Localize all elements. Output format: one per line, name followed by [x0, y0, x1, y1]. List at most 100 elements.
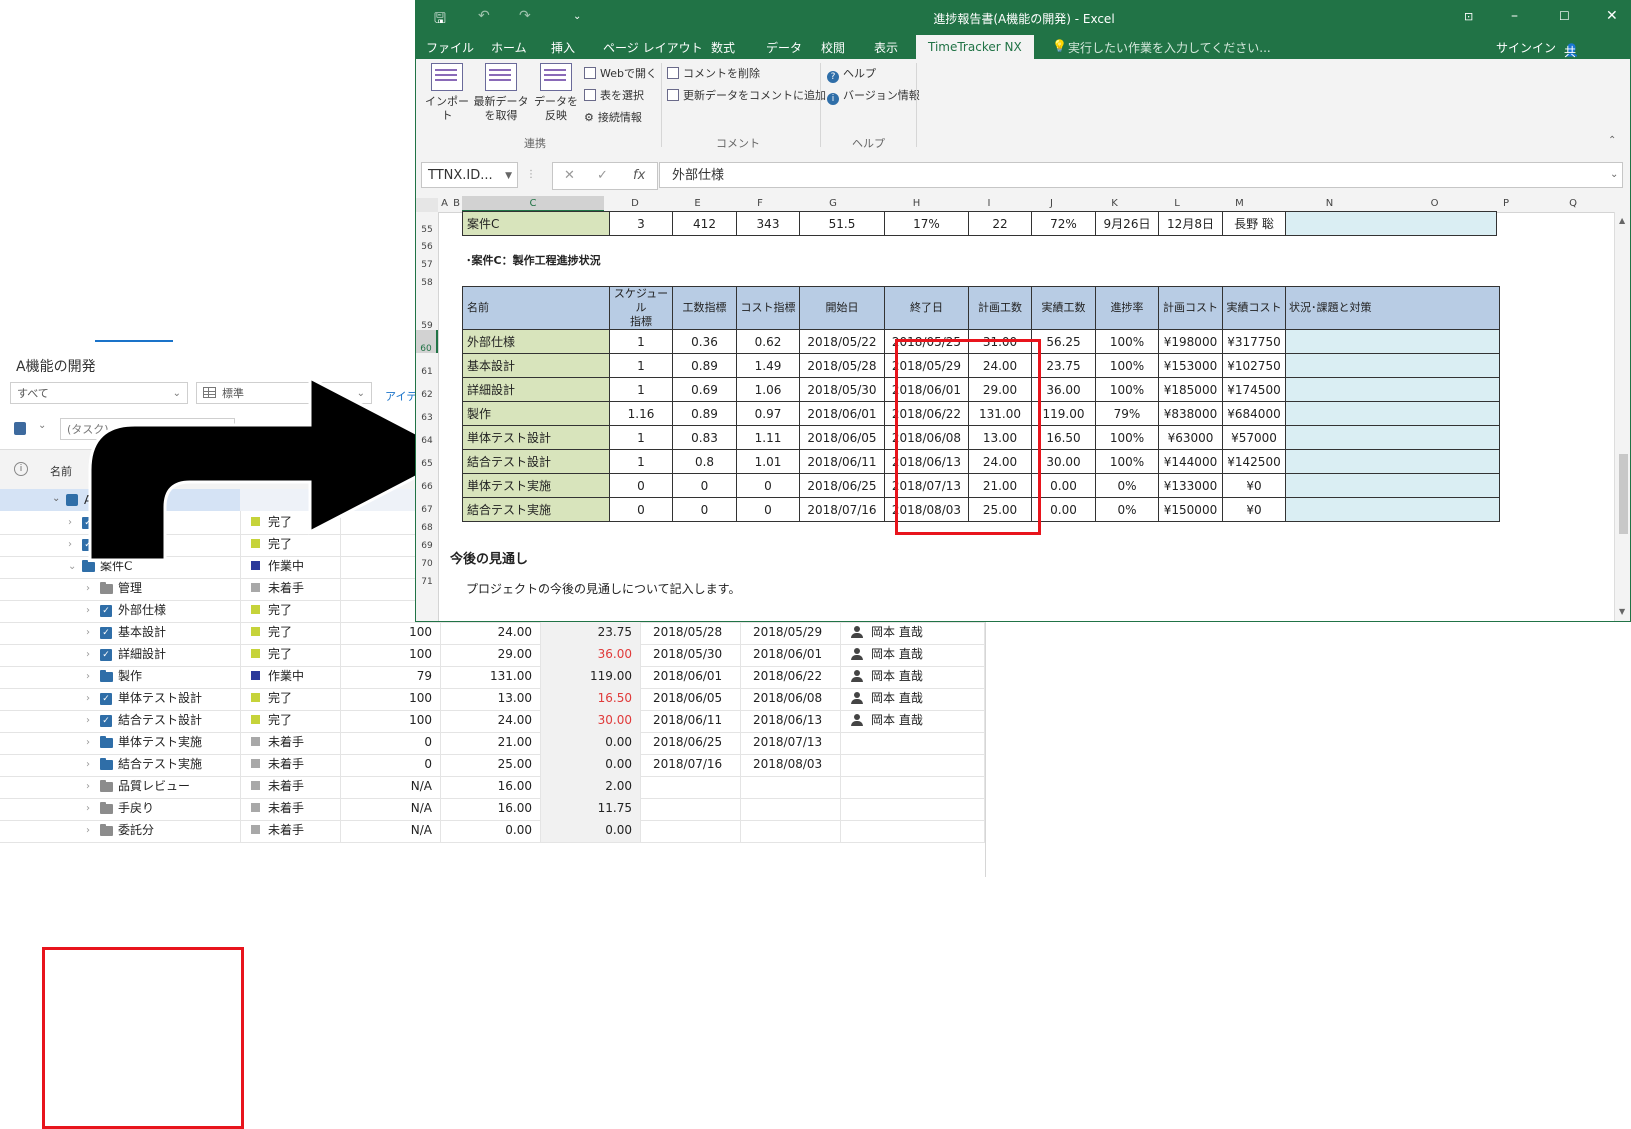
chevron-down-icon[interactable]: ▼ [505, 163, 512, 189]
summary-cell[interactable]: 17% [884, 211, 969, 236]
value-cell[interactable]: 2018/06/05 [799, 425, 885, 450]
column-header-e[interactable]: E [666, 198, 729, 209]
value-cell[interactable]: ¥317750 [1222, 329, 1286, 354]
table-header-cell[interactable]: コスト指標 [736, 286, 800, 330]
value-cell[interactable]: 0 [609, 497, 673, 522]
row-header-64[interactable]: 64 [416, 422, 438, 446]
column-header-d[interactable]: D [604, 198, 666, 209]
row-header-55[interactable]: 55 [416, 212, 438, 235]
value-cell[interactable]: ¥150000 [1158, 497, 1223, 522]
value-cell[interactable]: 1.49 [736, 353, 800, 378]
import-button[interactable]: インポート [422, 63, 472, 123]
task-name-cell[interactable]: 外部仕様 [462, 329, 610, 354]
view-dropdown[interactable]: 標準 ⌄ [196, 382, 372, 404]
table-header-cell[interactable]: スケジュール 指標 [609, 286, 673, 330]
clipboard-icon[interactable] [14, 422, 26, 435]
name-box[interactable]: TTNX.ID... ▼ [421, 162, 518, 188]
column-header-f[interactable]: F [729, 198, 791, 209]
value-cell[interactable]: 100% [1095, 425, 1159, 450]
value-cell[interactable]: ¥838000 [1158, 401, 1223, 426]
value-cell[interactable]: 23.75 [1031, 353, 1096, 378]
chevron-down-icon[interactable]: ⌄ [52, 493, 60, 504]
task-name-cell[interactable]: 単体テスト設計 [462, 425, 610, 450]
value-cell[interactable]: 79% [1095, 401, 1159, 426]
summary-cell[interactable]: 51.5 [799, 211, 885, 236]
filter-dropdown[interactable]: すべて ⌄ [10, 382, 188, 404]
value-cell[interactable]: 2018/06/01 [799, 401, 885, 426]
close-icon[interactable]: ✕ [1606, 8, 1618, 24]
row-header-68[interactable]: 68 [416, 514, 438, 533]
column-header-name[interactable]: 名前 [50, 463, 72, 479]
row-header-60[interactable]: 60 [416, 330, 438, 354]
column-header-c[interactable]: C [462, 196, 604, 212]
tab-insert[interactable]: 挿入 [551, 39, 575, 56]
chevron-right-icon[interactable]: › [86, 819, 90, 842]
summary-cell[interactable]: 案件C [462, 211, 610, 236]
task-name-cell[interactable]: 基本設計 [462, 353, 610, 378]
task-name-cell[interactable]: 単体テスト実施 [462, 473, 610, 498]
row-header-71[interactable]: 71 [416, 568, 438, 587]
chevron-right-icon[interactable]: › [68, 511, 72, 534]
comment-cell[interactable] [1285, 353, 1500, 378]
value-cell[interactable]: 1.16 [609, 401, 673, 426]
comment-cell[interactable] [1285, 449, 1500, 474]
value-cell[interactable]: ¥185000 [1158, 377, 1223, 402]
value-cell[interactable]: 0.83 [672, 425, 737, 450]
row-header-66[interactable]: 66 [416, 468, 438, 492]
table-row[interactable]: › 単体テスト実施 未着手 0 21.00 0.00 2018/06/25 2018/07/1… [0, 731, 985, 755]
enter-icon[interactable]: ✓ [597, 163, 608, 189]
table-header-cell[interactable]: 計画コスト [1158, 286, 1223, 330]
value-cell[interactable]: 0.89 [672, 401, 737, 426]
get-latest-button[interactable]: 最新データ を取得 [472, 63, 530, 123]
value-cell[interactable]: 1.01 [736, 449, 800, 474]
row-header-70[interactable]: 70 [416, 550, 438, 569]
column-header-a[interactable]: A [438, 198, 451, 209]
value-cell[interactable]: 0.89 [672, 353, 737, 378]
column-header-q[interactable]: Q [1531, 198, 1615, 209]
tab-timetracker-nx[interactable]: TimeTracker NX [916, 35, 1034, 59]
summary-cell[interactable]: 12月8日 [1158, 211, 1223, 236]
value-cell[interactable]: 2018/05/30 [799, 377, 885, 402]
value-cell[interactable]: 100% [1095, 449, 1159, 474]
tab-view[interactable]: 表示 [874, 39, 898, 56]
comment-cell[interactable] [1285, 401, 1500, 426]
table-row[interactable]: › ✓ 単体テスト設計 完了 100 13.00 16.50 2018/06/05 2018/0… [0, 687, 985, 711]
info-icon[interactable]: i [14, 462, 28, 476]
row-header-61[interactable]: 61 [416, 353, 438, 377]
column-header-o[interactable]: O [1388, 198, 1481, 209]
table-row[interactable]: › 結合テスト実施 未着手 0 25.00 0.00 2018/07/16 2018/08/0… [0, 753, 985, 777]
value-cell[interactable]: 2018/06/25 [799, 473, 885, 498]
table-header-cell[interactable]: 名前 [462, 286, 610, 330]
chevron-right-icon[interactable]: › [86, 577, 90, 600]
chevron-right-icon[interactable]: › [86, 709, 90, 732]
value-cell[interactable]: 1.11 [736, 425, 800, 450]
value-cell[interactable]: 1 [609, 353, 673, 378]
value-cell[interactable]: 0% [1095, 497, 1159, 522]
value-cell[interactable]: 2018/05/28 [799, 353, 885, 378]
chevron-right-icon[interactable]: › [86, 753, 90, 776]
column-header-h[interactable]: H [875, 198, 958, 209]
value-cell[interactable]: 30.00 [1031, 449, 1096, 474]
value-cell[interactable]: 0 [736, 497, 800, 522]
value-cell[interactable]: ¥684000 [1222, 401, 1286, 426]
value-cell[interactable]: ¥174500 [1222, 377, 1286, 402]
task-search-input[interactable]: (タスク) [60, 418, 235, 440]
value-cell[interactable]: 2018/06/11 [799, 449, 885, 474]
table-header-cell[interactable]: 工数指標 [672, 286, 737, 330]
value-cell[interactable]: 100% [1095, 353, 1159, 378]
value-cell[interactable]: 0.36 [672, 329, 737, 354]
row-header-62[interactable]: 62 [416, 376, 438, 400]
comment-cell[interactable] [1285, 377, 1500, 402]
value-cell[interactable]: 16.50 [1031, 425, 1096, 450]
column-header-j[interactable]: J [1020, 198, 1083, 209]
task-name-cell[interactable]: 製作 [462, 401, 610, 426]
chevron-right-icon[interactable]: › [86, 621, 90, 644]
table-header-cell[interactable]: 実績コスト [1222, 286, 1286, 330]
row-header-59[interactable]: 59 [416, 287, 438, 331]
chevron-right-icon[interactable]: › [86, 665, 90, 688]
value-cell[interactable]: 0 [736, 473, 800, 498]
tab-home[interactable]: ホーム [491, 39, 527, 56]
column-header-m[interactable]: M [1208, 198, 1271, 209]
signin-link[interactable]: サインイン [1496, 39, 1556, 56]
column-header-l[interactable]: L [1146, 198, 1208, 209]
